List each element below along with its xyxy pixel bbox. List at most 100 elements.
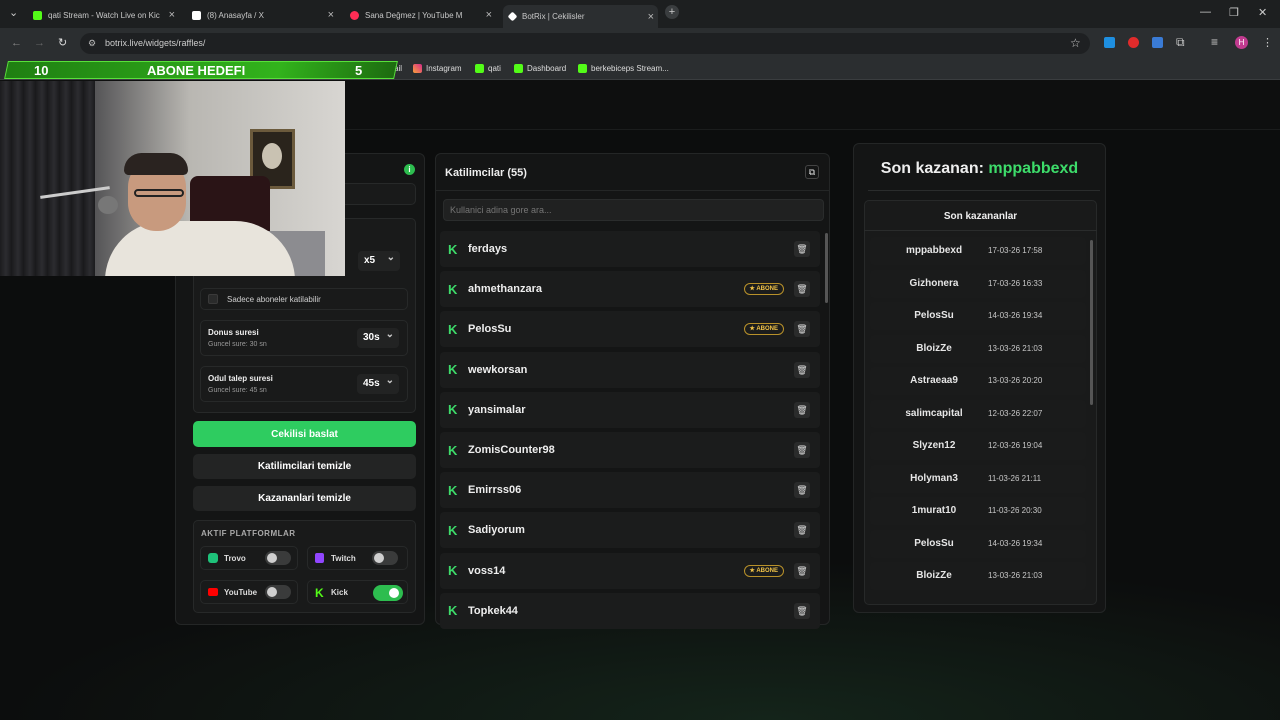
youtube-music-icon xyxy=(350,10,359,20)
bookmark-qati[interactable]: qati xyxy=(475,64,501,73)
participant-name: yansimalar xyxy=(468,403,526,416)
maximize-button[interactable]: ❐ xyxy=(1229,6,1239,19)
botrix-icon xyxy=(507,11,518,22)
close-window-button[interactable]: ✕ xyxy=(1258,6,1267,19)
site-info-icon[interactable]: ⚙ xyxy=(88,38,96,49)
close-icon[interactable]: × xyxy=(328,9,334,21)
youtube-icon xyxy=(208,588,218,596)
winner-name: salimcapital xyxy=(905,407,963,419)
youtube-toggle[interactable] xyxy=(265,585,291,599)
participant-search-input[interactable] xyxy=(443,199,824,221)
participant-name: wewkorsan xyxy=(468,363,528,376)
subs-only-checkbox[interactable] xyxy=(208,294,218,304)
minimize-button[interactable]: — xyxy=(1200,6,1211,18)
kick-icon: K xyxy=(448,402,458,418)
winner-row: Holyman3 11-03-26 21:11 xyxy=(870,464,1086,493)
subscriber-badge: ★ ABONE xyxy=(743,564,784,577)
winner-name: PelosSu xyxy=(914,310,954,321)
copy-icon[interactable]: ⧉ xyxy=(805,165,819,179)
tab-x[interactable]: (8) Anasayfa / X × xyxy=(186,5,338,25)
participant-name: Sadiyorum xyxy=(468,524,525,537)
tab-youtube[interactable]: Sana Değmez | YouTube M × xyxy=(344,5,496,25)
multiplier-value: x5 xyxy=(364,255,376,266)
participant-name: ZomisCounter98 xyxy=(468,444,555,456)
tab-kick[interactable]: qati Stream - Watch Live on Kic × xyxy=(27,5,179,25)
subs-only-label: Sadece aboneler katilabilir xyxy=(227,295,321,304)
tab-title: qati Stream - Watch Live on Kic xyxy=(48,10,160,20)
reload-icon[interactable]: ↻ xyxy=(58,36,67,49)
delete-participant-button[interactable]: 🗑 xyxy=(794,522,810,539)
profile-avatar[interactable]: H xyxy=(1235,36,1248,49)
extension-icon[interactable] xyxy=(1104,37,1115,48)
divider xyxy=(868,190,1100,191)
delete-participant-button[interactable]: 🗑 xyxy=(794,602,810,619)
participants-title: Katilimcilar (55) xyxy=(445,167,527,179)
winner-row: mppabbexd 17-03-26 17:58 xyxy=(870,237,1086,265)
new-tab-button[interactable]: + xyxy=(665,5,679,19)
participant-row: Kvoss14 ★ ABONE 🗑 xyxy=(440,552,820,589)
close-icon[interactable]: × xyxy=(486,9,492,21)
winner-date: 12-03-26 19:04 xyxy=(988,441,1043,450)
delete-participant-button[interactable]: 🗑 xyxy=(794,482,810,499)
participant-row: K Emirrss06 🗑 xyxy=(440,472,820,509)
claim-duration-select[interactable]: 45s xyxy=(357,374,399,394)
delete-participant-button[interactable]: 🗑 xyxy=(794,401,810,418)
x-icon xyxy=(192,10,201,20)
url-field[interactable]: botrix.live/widgets/raffles/ xyxy=(80,33,1090,54)
kick-icon xyxy=(475,64,484,73)
tab-search-icon[interactable]: ⌄ xyxy=(9,6,18,19)
clear-winners-button[interactable]: Kazananlari temizle xyxy=(193,486,416,511)
winner-name: Holyman3 xyxy=(910,472,958,484)
spin-duration-label: Donus suresi xyxy=(208,328,259,337)
extensions-puzzle-icon[interactable]: ⧉ xyxy=(1176,35,1185,50)
extension-icon[interactable] xyxy=(1152,37,1163,48)
kick-icon: K xyxy=(448,442,458,458)
badge-label: ABONE xyxy=(756,286,778,293)
divider xyxy=(435,190,830,191)
kick-icon: K xyxy=(448,563,458,579)
twitch-toggle[interactable] xyxy=(372,551,398,565)
toggle-knob xyxy=(267,587,277,597)
delete-participant-button[interactable]: 🗑 xyxy=(794,321,810,338)
trovo-toggle[interactable] xyxy=(265,551,291,565)
winners-scrollbar[interactable] xyxy=(1090,240,1093,405)
goal-current: 10 xyxy=(34,63,49,78)
delete-participant-button[interactable]: 🗑 xyxy=(794,562,810,579)
divider xyxy=(864,230,1097,231)
winner-date: 11-03-26 21:11 xyxy=(988,473,1042,483)
badge-label: ABONE xyxy=(756,326,778,333)
delete-participant-button[interactable]: 🗑 xyxy=(794,442,810,458)
delete-participant-button[interactable]: 🗑 xyxy=(794,361,810,378)
tab-title: Sana Değmez | YouTube M xyxy=(365,10,463,20)
close-icon[interactable]: × xyxy=(169,9,175,21)
info-icon[interactable]: i xyxy=(404,164,415,175)
clear-participants-button[interactable]: Katilimcilari temizle xyxy=(193,454,416,479)
menu-dots-icon[interactable]: ⋮ xyxy=(1262,36,1273,49)
spin-duration-select[interactable]: 30s xyxy=(357,328,399,348)
bookmark-instagram[interactable]: Instagram xyxy=(413,64,462,73)
participants-scrollbar[interactable] xyxy=(825,233,828,303)
close-icon[interactable]: × xyxy=(648,11,654,23)
winner-row: Astraeaa9 13-03-26 20:20 xyxy=(870,367,1086,395)
forward-icon[interactable]: → xyxy=(34,37,45,49)
delete-participant-button[interactable]: 🗑 xyxy=(794,241,810,257)
participant-name: ahmethanzara xyxy=(468,283,542,296)
extension-icon[interactable] xyxy=(1128,37,1139,48)
spin-duration-sub: Guncel sure: 30 sn xyxy=(208,341,267,348)
tab-botrix[interactable]: BotRix | Cekilisler × xyxy=(503,5,658,28)
last-winner-heading: Son kazanan: mppabbexd xyxy=(853,160,1106,178)
kick-toggle[interactable] xyxy=(373,585,403,601)
bookmark-berkebiceps[interactable]: berkebiceps Stream... xyxy=(578,64,669,73)
bookmark-label: berkebiceps Stream... xyxy=(591,64,669,73)
bookmark-dashboard[interactable]: Dashboard xyxy=(514,64,566,73)
participant-name: voss14 xyxy=(468,564,506,577)
multiplier-select[interactable]: x5 xyxy=(358,251,400,271)
winner-date: 14-03-26 19:34 xyxy=(988,538,1043,548)
winner-date: 14-03-26 19:34 xyxy=(988,311,1043,320)
delete-participant-button[interactable]: 🗑 xyxy=(794,281,810,298)
kick-icon xyxy=(578,64,587,73)
reading-list-icon[interactable]: ≡ xyxy=(1211,35,1218,49)
start-raffle-button[interactable]: Cekilisi baslat xyxy=(193,421,416,447)
back-icon[interactable]: ← xyxy=(11,37,22,49)
bookmark-star-icon[interactable]: ☆ xyxy=(1070,36,1081,50)
